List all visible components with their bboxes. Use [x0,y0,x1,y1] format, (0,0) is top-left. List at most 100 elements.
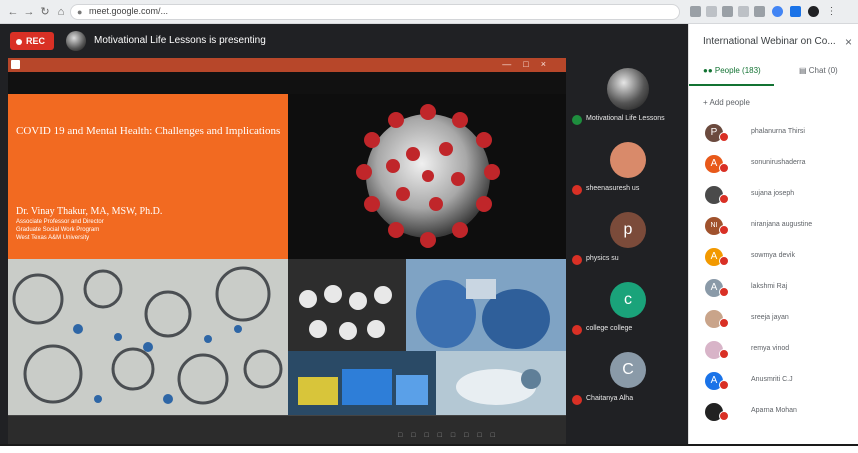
menu-icon[interactable]: ⋮ [826,6,837,17]
reload-icon[interactable]: ↻ [38,5,52,19]
slide-top-border [8,72,566,94]
participant-name: lakshmi Raj [751,283,788,290]
mic-off-icon [572,185,582,195]
tab-people[interactable]: ●● People (183) [703,66,761,75]
screen: ← → ↻ ⌂ ● meet.google.com/... ⋮ REC Moti… [0,0,858,453]
avatar: c [610,282,646,318]
recording-badge: REC [10,32,54,50]
avatar: p [610,212,646,248]
tab-chat-label: Chat (0) [808,66,838,75]
participant-name: Motivational Life Lessons [586,115,665,122]
participant-name: niranjana augustine [751,221,813,228]
tab-people-label: People (183) [714,66,761,75]
coronavirus-image [288,94,566,259]
list-item[interactable]: Alakshmi Raj [689,275,858,306]
recording-label: REC [26,36,46,46]
extension-icon[interactable] [772,6,783,17]
mic-off-icon [719,132,729,142]
extension-icon[interactable] [722,6,733,17]
participant-tile[interactable]: c college college [566,278,688,344]
presenting-text: Motivational Life Lessons is presenting [94,35,266,46]
list-item[interactable]: sujana joseph [689,182,858,213]
affiliation-line: West Texas A&M University [16,235,90,241]
list-item[interactable]: remya vinod [689,337,858,368]
avatar [610,142,646,178]
extension-icon[interactable] [754,6,765,17]
extension-icon[interactable] [738,6,749,17]
slide-author: Dr. Vinay Thakur, MA, MSW, Ph.D. [16,206,163,217]
participant-name: sowmya devik [751,252,795,259]
vials-illustration [288,351,436,415]
window-controls: —□× [502,59,558,69]
presenting-bar: REC Motivational Life Lessons is present… [0,24,688,58]
participant-tile[interactable]: C Chaitanya Alha [566,348,688,414]
tab-chat[interactable]: ▤ Chat (0) [799,66,838,75]
slideshow-controls: □□□□□□□□ [8,415,566,445]
coronavirus-illustration [288,94,566,259]
list-item[interactable]: Asonunirushaderra [689,151,858,182]
powerpoint-icon [11,60,20,69]
mic-off-icon [572,395,582,405]
mic-off-icon [719,411,729,421]
affiliation-line: Associate Professor and Director [16,219,104,225]
address-bar[interactable]: ● meet.google.com/... [70,4,680,20]
affiliation-line: Graduate Social Work Program [16,227,100,233]
forward-icon[interactable]: → [22,5,36,19]
extension-icon[interactable] [790,6,801,17]
list-item[interactable]: sreeja jayan [689,306,858,337]
url-text: meet.google.com/... [89,6,169,16]
participant-name: sreeja jayan [751,314,789,321]
meeting-area: REC Motivational Life Lessons is present… [0,24,688,453]
profile-avatar[interactable] [808,6,819,17]
participant-tiles: Motivational Life Lessons sheenasuresh u… [566,58,688,453]
list-item[interactable]: A Anusmriti C.J [689,368,858,399]
extension-icon[interactable] [706,6,717,17]
list-item[interactable]: NI niranjana augustine [689,213,858,244]
mic-off-icon [719,318,729,328]
mic-off-icon [719,349,729,359]
avatar: C [610,352,646,388]
home-icon[interactable]: ⌂ [54,5,68,19]
back-icon[interactable]: ← [6,5,20,19]
close-icon[interactable]: × [845,35,852,49]
extension-icon[interactable] [690,6,701,17]
participant-name: Aparna Mohan [751,407,797,414]
avatar [607,68,649,110]
slideshow-toolbar[interactable]: □□□□□□□□ [398,432,504,439]
bottom-border [0,444,858,453]
crowd-photo [288,259,406,351]
participant-tile[interactable]: p physics su [566,208,688,274]
hospital-photo [436,351,566,415]
record-dot-icon [16,38,22,45]
slide-affiliation: Associate Professor and Director Graduat… [16,218,104,242]
mic-off-icon [719,256,729,266]
list-item[interactable]: Aparna Mohan [689,399,858,430]
browser-toolbar: ← → ↻ ⌂ ● meet.google.com/... ⋮ [0,0,858,24]
add-people-button[interactable]: + Add people [703,98,750,107]
lock-icon: ● [77,7,83,17]
vaccine-photo [288,351,436,415]
list-item[interactable]: Asowmya devik [689,244,858,275]
crowd-masks-illustration [288,259,406,351]
participant-name: Chaitanya Alha [586,395,634,402]
add-people-label: Add people [709,98,750,107]
shared-screen: —□× COVID 19 and Mental Health: Challeng… [8,58,566,445]
mic-off-icon [719,163,729,173]
participant-tile[interactable]: sheenasuresh us [566,138,688,204]
presentation-slide: COVID 19 and Mental Health: Challenges a… [8,94,566,415]
people-panel: International Webinar on Co... × ●● Peop… [688,24,858,444]
participant-tile[interactable]: Motivational Life Lessons [566,68,688,134]
panel-title: International Webinar on Co... [703,36,836,47]
participant-name: Anusmriti C.J [751,376,793,383]
ppe-workers-illustration [406,259,566,351]
mic-off-icon [719,194,729,204]
mic-off-icon [719,380,729,390]
microscope-image [8,259,288,415]
list-item[interactable]: Pphalanurna Thirsi [689,120,858,151]
participant-name: college college [586,325,633,332]
participant-name: sheenasuresh us [586,185,640,192]
mic-off-icon [572,325,582,335]
powerpoint-titlebar: —□× [8,58,566,72]
active-tab-indicator [689,84,774,86]
presenter-avatar [66,31,86,51]
